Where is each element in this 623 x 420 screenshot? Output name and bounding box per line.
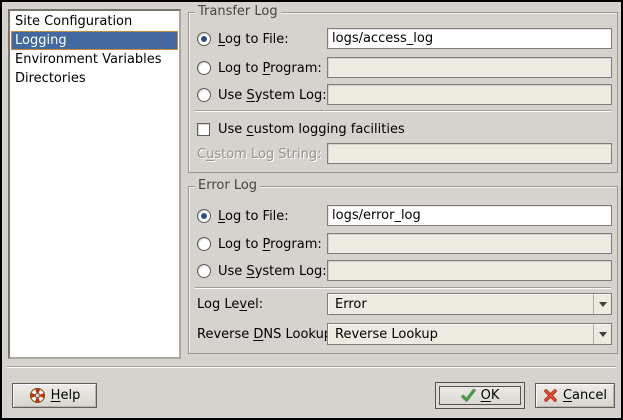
custom-logging-label: Use custom logging facilities	[218, 122, 405, 137]
transfer-system-log-input	[327, 84, 612, 105]
cancel-button-label: Cancel	[563, 388, 607, 403]
transfer-log-to-program-label: Log to Program:	[218, 61, 322, 76]
reverse-dns-dropdown-button[interactable]	[593, 324, 611, 344]
reverse-dns-select[interactable]: Reverse Lookup	[327, 323, 612, 345]
log-level-dropdown-button[interactable]	[593, 294, 611, 314]
reverse-dns-label: Reverse DNS Lookup:	[197, 327, 336, 342]
category-list: Site Configuration Logging Environment V…	[8, 9, 181, 359]
error-log-to-program-row: Log to Program:	[197, 233, 612, 255]
sidebar-item-logging[interactable]: Logging	[11, 31, 178, 50]
transfer-log-frame-title: Transfer Log	[195, 4, 281, 19]
log-level-row: Log Level: Error	[197, 293, 612, 316]
error-log-to-program-radio[interactable]	[197, 237, 211, 251]
transfer-log-to-file-row: Log to File:	[197, 28, 612, 50]
sidebar-item-environment-variables[interactable]: Environment Variables	[11, 50, 178, 69]
error-log-separator	[195, 287, 611, 288]
error-use-system-log-radio[interactable]	[197, 264, 211, 278]
transfer-log-program-input	[327, 57, 612, 78]
transfer-log-separator	[195, 110, 611, 111]
help-button-label: Help	[51, 388, 81, 403]
cancel-button[interactable]: Cancel	[535, 383, 615, 408]
transfer-log-file-input[interactable]	[327, 28, 612, 49]
sidebar-item-directories[interactable]: Directories	[11, 69, 178, 88]
custom-logging-checkbox[interactable]	[197, 123, 210, 136]
custom-log-string-input	[327, 143, 612, 164]
transfer-log-to-program-row: Log to Program:	[197, 57, 612, 79]
transfer-log-frame: Transfer Log Log to File: Log to Program…	[188, 12, 618, 173]
reverse-dns-value: Reverse Lookup	[328, 327, 593, 342]
transfer-use-system-log-radio[interactable]	[197, 88, 211, 102]
transfer-use-system-log-label: Use System Log:	[218, 88, 327, 103]
log-level-label: Log Level:	[197, 297, 263, 312]
log-level-value: Error	[328, 297, 593, 312]
error-log-program-input	[327, 233, 612, 254]
error-log-frame: Error Log Log to File: Log to Program: U…	[188, 186, 618, 354]
transfer-log-to-file-label: Log to File:	[218, 32, 289, 47]
custom-log-string-row: Custom Log String:	[197, 143, 612, 165]
chevron-down-icon	[599, 332, 607, 337]
log-level-select[interactable]: Error	[327, 293, 612, 315]
transfer-log-to-program-radio[interactable]	[197, 61, 211, 75]
help-button[interactable]: Help	[12, 383, 97, 408]
error-use-system-log-label: Use System Log:	[218, 264, 327, 279]
ok-button-label: OK	[481, 388, 500, 403]
custom-logging-row: Use custom logging facilities	[197, 120, 612, 138]
error-log-file-input[interactable]	[327, 205, 612, 226]
action-area-separator	[7, 366, 616, 367]
error-log-to-file-row: Log to File:	[197, 205, 612, 227]
transfer-log-to-file-radio[interactable]	[197, 32, 211, 46]
chevron-down-icon	[599, 302, 607, 307]
error-system-log-input	[327, 260, 612, 281]
error-log-to-file-radio[interactable]	[197, 209, 211, 223]
ok-check-icon	[461, 388, 476, 403]
sidebar-item-site-configuration[interactable]: Site Configuration	[11, 12, 178, 31]
transfer-use-system-log-row: Use System Log:	[197, 84, 612, 106]
error-log-frame-title: Error Log	[195, 178, 260, 193]
help-lifebuoy-icon	[29, 387, 46, 404]
cancel-x-icon	[543, 388, 558, 403]
httpd-logging-config-dialog: Site Configuration Logging Environment V…	[0, 0, 623, 420]
reverse-dns-row: Reverse DNS Lookup: Reverse Lookup	[197, 323, 612, 346]
error-log-to-file-label: Log to File:	[218, 209, 289, 224]
ok-button[interactable]: OK	[435, 382, 525, 409]
custom-log-string-label: Custom Log String:	[197, 147, 321, 162]
error-use-system-log-row: Use System Log:	[197, 260, 612, 282]
error-log-to-program-label: Log to Program:	[218, 237, 322, 252]
